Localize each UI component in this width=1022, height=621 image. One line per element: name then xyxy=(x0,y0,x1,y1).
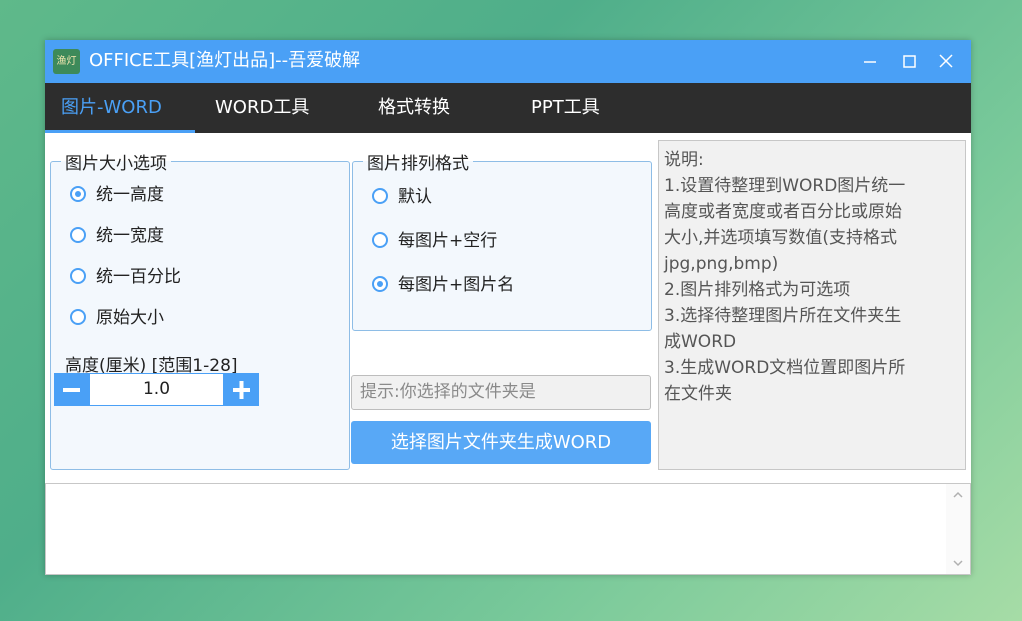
radio-button[interactable] xyxy=(70,268,86,284)
description-line: 2.图片排列格式为可选项 xyxy=(664,280,851,300)
scroll-down-icon xyxy=(953,560,963,567)
generate-word-button[interactable]: 选择图片文件夹生成WORD xyxy=(351,421,651,464)
main-content: 图片大小选项 统一高度 统一宽度 统一百分比 原始大小 高度(厘米) [范围1-… xyxy=(45,133,971,483)
window-title: OFFICE工具[渔灯出品]--吾爱破解 xyxy=(89,50,361,71)
close-button[interactable] xyxy=(933,48,959,74)
radio-label: 每图片+空行 xyxy=(398,231,498,251)
description-line: 3.生成WORD文档位置即图片所 xyxy=(664,358,906,378)
description-panel: 说明: 1.设置待整理到WORD图片统一 高度或者宽度或者百分比或原始 大小,并… xyxy=(658,140,966,470)
tab-format-convert[interactable]: 格式转换 xyxy=(378,83,450,133)
radio-button[interactable] xyxy=(372,232,388,248)
radio-button[interactable] xyxy=(70,227,86,243)
maximize-icon xyxy=(903,55,916,68)
radio-button[interactable] xyxy=(70,186,86,202)
log-text[interactable] xyxy=(46,484,946,574)
description-line: 大小,并选项填写数值(支持格式 xyxy=(664,228,898,248)
height-stepper: 1.0 xyxy=(54,373,259,406)
radio-label: 统一百分比 xyxy=(96,267,181,287)
folder-path-field[interactable]: 提示:你选择的文件夹是 xyxy=(351,375,651,410)
description-line: 1.设置待整理到WORD图片统一 xyxy=(664,176,906,196)
tab-ppt-tools[interactable]: PPT工具 xyxy=(531,83,600,133)
increment-button[interactable] xyxy=(224,373,259,406)
description-line: 在文件夹 xyxy=(664,384,732,404)
minus-icon xyxy=(63,388,80,392)
close-icon xyxy=(939,54,953,68)
app-window: 渔灯 OFFICE工具[渔灯出品]--吾爱破解 图片-WORD WORD工具 格… xyxy=(45,40,971,575)
description-line: 说明: xyxy=(664,150,704,170)
radio-label: 统一高度 xyxy=(96,185,164,205)
radio-label: 默认 xyxy=(398,187,432,207)
tab-image-word[interactable]: 图片-WORD xyxy=(61,83,162,133)
layout-options-legend: 图片排列格式 xyxy=(367,154,469,174)
app-logo-icon: 渔灯 xyxy=(53,49,80,74)
vertical-scrollbar[interactable] xyxy=(946,484,970,574)
size-options-group: 图片大小选项 xyxy=(50,149,350,470)
title-bar[interactable]: 渔灯 OFFICE工具[渔灯出品]--吾爱破解 xyxy=(45,40,971,83)
description-line: 成WORD xyxy=(664,332,737,352)
radio-button[interactable] xyxy=(70,309,86,325)
radio-button[interactable] xyxy=(372,276,388,292)
decrement-button[interactable] xyxy=(54,373,89,406)
minimize-button[interactable] xyxy=(857,48,883,74)
tab-word-tools[interactable]: WORD工具 xyxy=(215,83,309,133)
plus-icon xyxy=(233,381,250,399)
scroll-up-icon xyxy=(953,491,963,498)
radio-label: 每图片+图片名 xyxy=(398,275,515,295)
radio-button[interactable] xyxy=(372,188,388,204)
maximize-button[interactable] xyxy=(896,48,922,74)
minimize-icon xyxy=(864,61,876,63)
log-output-area[interactable] xyxy=(45,483,971,575)
radio-label: 统一宽度 xyxy=(96,226,164,246)
height-value-input[interactable]: 1.0 xyxy=(89,373,224,406)
layout-options-group: 图片排列格式 xyxy=(352,149,652,331)
radio-label: 原始大小 xyxy=(96,308,164,328)
description-line: 高度或者宽度或者百分比或原始 xyxy=(664,202,902,222)
description-line: 3.选择待整理图片所在文件夹生 xyxy=(664,306,902,326)
size-options-legend: 图片大小选项 xyxy=(65,154,167,174)
description-line: jpg,png,bmp) xyxy=(664,254,779,274)
tab-bar: 图片-WORD WORD工具 格式转换 PPT工具 xyxy=(45,83,971,133)
